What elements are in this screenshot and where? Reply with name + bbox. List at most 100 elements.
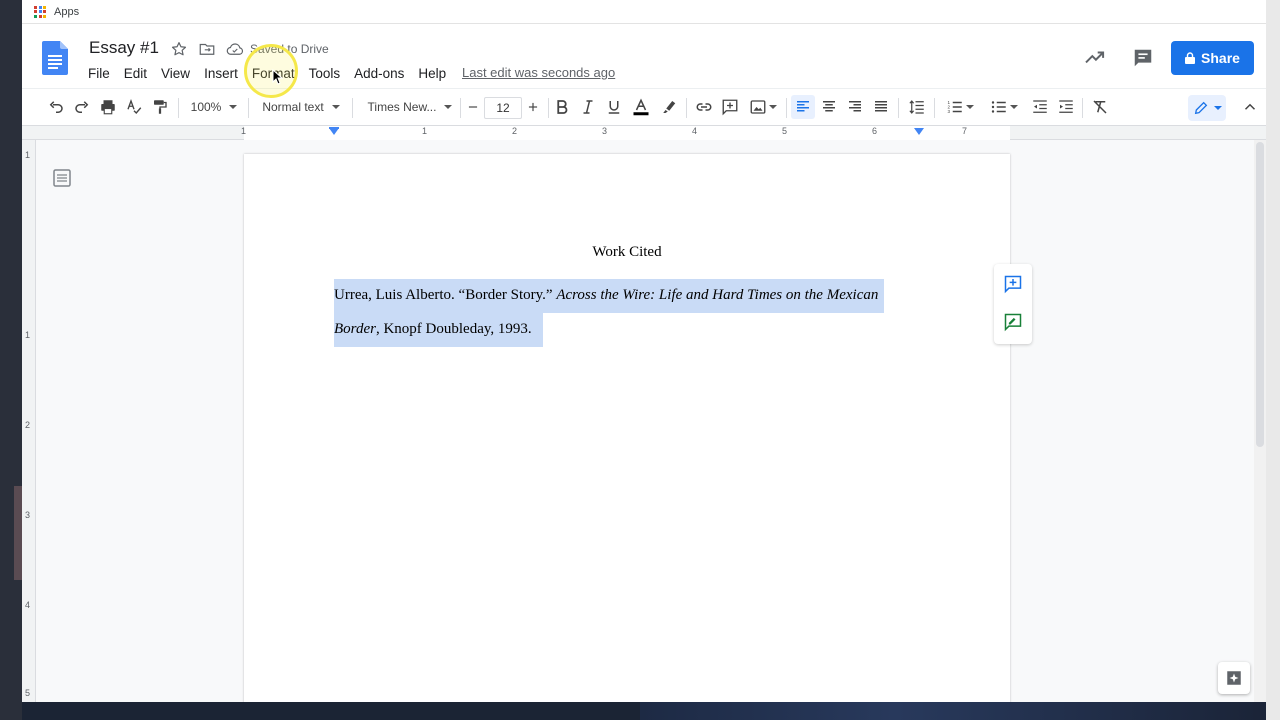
- left-indent-marker[interactable]: [329, 128, 339, 135]
- align-left-button[interactable]: [791, 95, 815, 119]
- redo-button[interactable]: [72, 97, 92, 117]
- horizontal-ruler[interactable]: 1 1 2 3 4 5 6 7: [22, 126, 1266, 140]
- minus-icon: [468, 106, 478, 108]
- menu-tools[interactable]: Tools: [302, 64, 348, 83]
- explore-button[interactable]: [1218, 662, 1250, 694]
- italic-button[interactable]: [578, 97, 598, 117]
- ruler-label: 3: [602, 126, 608, 136]
- zoom-select[interactable]: 100%: [188, 97, 240, 117]
- plus-icon: [528, 102, 538, 112]
- lock-icon: [1185, 52, 1196, 64]
- numbered-list-button[interactable]: 123: [942, 97, 978, 117]
- ruler-label: 6: [872, 126, 878, 136]
- comments-icon[interactable]: [1132, 47, 1154, 69]
- paint-format-icon: [154, 100, 167, 114]
- menu-help[interactable]: Help: [411, 64, 453, 83]
- ruler-label: 4: [692, 126, 698, 136]
- share-label: Share: [1201, 50, 1240, 66]
- underline-button[interactable]: [604, 97, 624, 117]
- toolbar-divider: [1082, 98, 1083, 118]
- document-workspace: 1 1 2 3 4 5 Work Cited Urrea, Luis Alber…: [22, 140, 1266, 702]
- justify-icon: [875, 101, 887, 112]
- citation-line-2[interactable]: Border, Knopf Doubleday, 1993.: [334, 321, 532, 338]
- menu-view[interactable]: View: [154, 64, 197, 83]
- insert-image-button[interactable]: [748, 97, 778, 117]
- apps-bookmark[interactable]: Apps: [54, 6, 79, 18]
- undo-button[interactable]: [46, 97, 66, 117]
- vertical-ruler[interactable]: 1 1 2 3 4 5: [22, 140, 36, 702]
- desktop-background-right: [1266, 0, 1280, 720]
- decrease-indent-icon: [1033, 100, 1047, 113]
- justify-button[interactable]: [871, 97, 891, 117]
- line-spacing-button[interactable]: [906, 97, 928, 117]
- bold-button[interactable]: [552, 97, 572, 117]
- ruler-label: 3: [25, 510, 31, 520]
- menu-add-ons[interactable]: Add-ons: [347, 64, 411, 83]
- font-select[interactable]: Times New...: [366, 97, 454, 117]
- align-right-icon: [849, 101, 861, 112]
- activity-dashboard-icon[interactable]: [1084, 48, 1106, 66]
- ruler-label: 7: [962, 126, 968, 136]
- paragraph-style-select[interactable]: Normal text: [258, 97, 344, 117]
- scrollbar-thumb[interactable]: [1256, 142, 1264, 447]
- explore-icon: [1227, 671, 1241, 685]
- toolbar-divider: [352, 98, 353, 118]
- collapse-menus-button[interactable]: [1240, 97, 1260, 117]
- last-edit-link[interactable]: Last edit was seconds ago: [462, 65, 615, 80]
- docs-logo-icon[interactable]: [42, 41, 68, 75]
- star-icon[interactable]: [170, 40, 188, 58]
- ruler-label: 5: [782, 126, 788, 136]
- increase-indent-button[interactable]: [1056, 97, 1076, 117]
- redo-icon: [75, 101, 89, 113]
- citation-line-1[interactable]: Urrea, Luis Alberto. “Border Story.” Acr…: [334, 287, 878, 304]
- document-outline-icon[interactable]: [52, 168, 72, 188]
- insert-link-button[interactable]: [694, 97, 714, 117]
- underline-icon: [608, 101, 620, 114]
- insert-comment-button[interactable]: [720, 97, 740, 117]
- increase-font-size-button[interactable]: [526, 97, 540, 117]
- numbered-list-icon: 123: [948, 100, 962, 114]
- font-size-input[interactable]: 12: [484, 97, 522, 119]
- spellcheck-button[interactable]: [124, 97, 144, 117]
- toolbar-divider: [248, 98, 249, 118]
- editing-mode-button[interactable]: [1188, 95, 1226, 121]
- chevron-down-icon: [229, 105, 238, 109]
- paragraph-style-value: Normal text: [262, 100, 324, 114]
- chevron-up-icon: [1244, 103, 1256, 110]
- bookmarks-bar: Apps: [22, 0, 1266, 24]
- chevron-down-icon: [331, 105, 340, 109]
- menu-edit[interactable]: Edit: [117, 64, 154, 83]
- highlight-color-button[interactable]: [660, 97, 680, 117]
- clear-formatting-button[interactable]: [1090, 97, 1110, 117]
- works-cited-heading[interactable]: Work Cited: [244, 244, 1010, 261]
- right-indent-marker[interactable]: [914, 128, 924, 135]
- align-right-button[interactable]: [845, 97, 865, 117]
- move-to-folder-icon[interactable]: [198, 40, 216, 58]
- cloud-saved-icon: [226, 43, 244, 55]
- undo-icon: [49, 101, 63, 113]
- text-color-button[interactable]: [630, 97, 652, 117]
- svg-text:3: 3: [948, 109, 951, 114]
- menu-insert[interactable]: Insert: [197, 64, 245, 83]
- spellcheck-icon: [127, 99, 142, 114]
- desktop-background-left: [0, 0, 22, 720]
- decrease-font-size-button[interactable]: [466, 97, 480, 117]
- document-page[interactable]: Work Cited Urrea, Luis Alberto. “Border …: [244, 154, 1010, 702]
- share-button[interactable]: Share: [1171, 41, 1254, 75]
- citation-author-title: Urrea, Luis Alberto. “Border Story.”: [334, 287, 557, 303]
- vertical-scrollbar[interactable]: [1254, 140, 1266, 702]
- text-color-icon: [633, 98, 649, 116]
- decrease-indent-button[interactable]: [1030, 97, 1050, 117]
- suggest-edits-icon[interactable]: [1003, 312, 1023, 332]
- clear-formatting-icon: [1093, 100, 1107, 114]
- print-button[interactable]: [98, 97, 118, 117]
- align-center-button[interactable]: [819, 97, 839, 117]
- bold-icon: [557, 100, 568, 114]
- add-comment-icon[interactable]: [1003, 274, 1023, 294]
- chevron-down-icon: [769, 105, 777, 109]
- document-title[interactable]: Essay #1: [89, 38, 159, 58]
- paint-format-button[interactable]: [150, 97, 170, 117]
- menu-file[interactable]: File: [81, 64, 117, 83]
- apps-icon[interactable]: [34, 5, 46, 18]
- bulleted-list-button[interactable]: [986, 97, 1022, 117]
